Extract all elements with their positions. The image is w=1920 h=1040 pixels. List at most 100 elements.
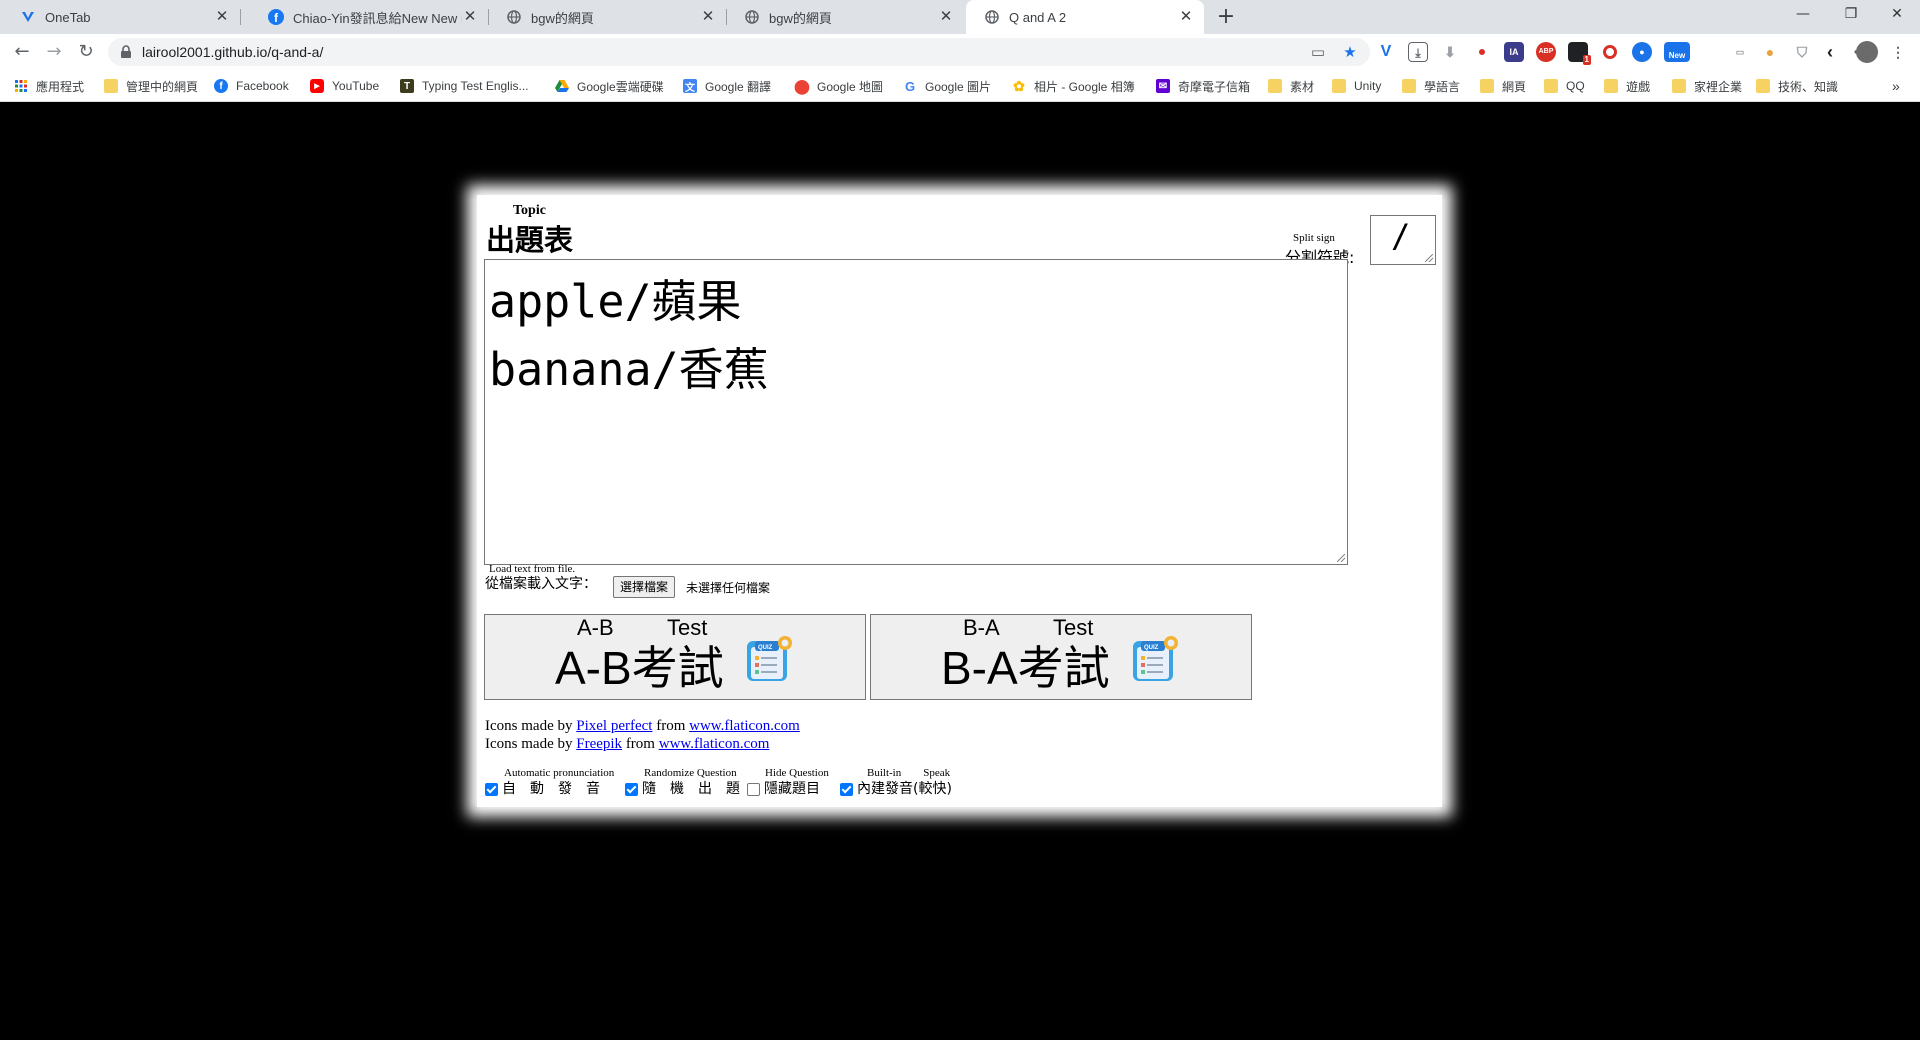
ba-sub-left: B-A bbox=[963, 615, 1000, 640]
tab-bgw-2[interactable]: bgw的網頁 ✕ bbox=[726, 0, 964, 34]
credit-author-link[interactable]: Pixel perfect bbox=[576, 718, 652, 734]
new-tab-button[interactable]: + bbox=[1212, 5, 1240, 29]
arrow-down-extension-icon[interactable]: ⬇ bbox=[1440, 42, 1460, 62]
bookmark-google-maps[interactable]: ⬤ Google 地圖 bbox=[794, 70, 884, 102]
bookmark-label: 家裡企業 bbox=[1694, 79, 1743, 94]
file-load-label: 從檔案載入文字： bbox=[485, 576, 597, 592]
tab-facebook-message[interactable]: f Chiao-Yin發訊息給New New En ✕ bbox=[250, 0, 489, 34]
quiz-icon: QUIZ bbox=[1131, 635, 1179, 683]
close-tab-icon[interactable]: ✕ bbox=[214, 9, 230, 25]
bookmark-apps[interactable]: 應用程式 bbox=[14, 70, 84, 102]
bookmark-folder-unity[interactable]: Unity bbox=[1332, 70, 1381, 102]
auto-pronounce-checkbox[interactable] bbox=[485, 783, 498, 796]
tab-title: bgw的網頁 bbox=[531, 10, 594, 26]
url-text: lairool2001.github.io/q-and-a/ bbox=[142, 44, 324, 60]
globe-icon bbox=[744, 9, 760, 25]
builtin-speak-checkbox[interactable] bbox=[840, 783, 853, 796]
bookmark-folder-materials[interactable]: 素材 bbox=[1268, 70, 1314, 102]
bookmark-folder-qq[interactable]: QQ bbox=[1544, 70, 1585, 102]
tab-title: OneTab bbox=[45, 9, 91, 25]
resize-handle-icon[interactable] bbox=[1425, 254, 1433, 262]
bookmark-facebook[interactable]: f Facebook bbox=[214, 70, 289, 102]
choose-file-button[interactable]: 選擇檔案 bbox=[613, 576, 676, 598]
back-icon[interactable]: ← bbox=[10, 40, 34, 64]
reload-icon[interactable]: ↻ bbox=[74, 40, 98, 64]
download-extension-icon[interactable]: ⤓ bbox=[1408, 42, 1428, 62]
split-sign-input[interactable]: / bbox=[1370, 215, 1436, 265]
address-bar[interactable]: lairool2001.github.io/q-and-a/ ▭ ★ bbox=[108, 38, 1370, 66]
credit-from: from bbox=[622, 736, 659, 752]
record-extension-icon[interactable] bbox=[1472, 42, 1492, 62]
bookmark-label: Google 圖片 bbox=[925, 79, 992, 94]
forward-icon[interactable]: → bbox=[42, 40, 66, 64]
folder-icon bbox=[1604, 79, 1618, 93]
bookmark-star-icon[interactable]: ★ bbox=[1340, 42, 1360, 62]
hide-question-subtitle: Hide Question bbox=[765, 767, 829, 779]
credit-line: Icons made by Freepik from www.flaticon.… bbox=[485, 735, 800, 753]
bookmark-managed[interactable]: 管理中的網頁 bbox=[104, 70, 198, 102]
folder-icon bbox=[1756, 79, 1770, 93]
bookmark-label: 應用程式 bbox=[36, 79, 85, 94]
randomize-subtitle: Randomize Question bbox=[644, 767, 737, 779]
google-photos-icon: ✿ bbox=[1013, 77, 1025, 94]
credit-author-link[interactable]: Freepik bbox=[576, 736, 622, 752]
close-tab-icon[interactable]: ✕ bbox=[700, 9, 716, 25]
credit-line: Icons made by Pixel perfect from www.fla… bbox=[485, 717, 800, 735]
lock-icon bbox=[120, 44, 134, 60]
builtin-speak-label: 內建發音(較快) bbox=[857, 781, 952, 797]
menu-kebab-icon[interactable]: ⋮ bbox=[1888, 42, 1908, 62]
bookmark-google-drive[interactable]: Google雲端硬碟 bbox=[555, 70, 664, 102]
bookmark-typing-test[interactable]: T Typing Test Englis... bbox=[400, 70, 529, 102]
notification-extension-icon[interactable]: 1 bbox=[1568, 42, 1591, 65]
bookmark-google-images[interactable]: G Google 圖片 bbox=[903, 70, 991, 102]
bookmark-label: Google雲端硬碟 bbox=[577, 79, 664, 94]
adblock-plus-icon[interactable]: ABP bbox=[1536, 42, 1556, 62]
chevron-left-extension-icon[interactable]: ‹ bbox=[1820, 42, 1840, 62]
bookmark-folder-tech[interactable]: 技術、知識 bbox=[1756, 70, 1838, 102]
bookmark-label: YouTube bbox=[332, 79, 380, 93]
split-sign-value: / bbox=[1391, 217, 1411, 255]
shield-extension-icon[interactable]: ⛉ bbox=[1792, 42, 1812, 62]
profile-avatar[interactable] bbox=[1856, 41, 1878, 63]
browser-toolbar: ← → ↻ lairool2001.github.io/q-and-a/ ▭ ★… bbox=[0, 34, 1920, 70]
bookmark-google-photos[interactable]: ✿ 相片 - Google 相簿 bbox=[1012, 70, 1135, 102]
bookmark-folder-languages[interactable]: 學語言 bbox=[1402, 70, 1460, 102]
ab-test-button[interactable]: A-B Test A-B考試 QUIZ bbox=[484, 614, 866, 700]
bookmarks-overflow-icon[interactable]: » bbox=[1892, 70, 1900, 102]
randomize-checkbox[interactable] bbox=[625, 783, 638, 796]
new-extension-icon[interactable]: New bbox=[1664, 42, 1690, 62]
cookie-extension-icon[interactable]: ● bbox=[1760, 42, 1780, 62]
credit-site-link[interactable]: www.flaticon.com bbox=[659, 736, 770, 752]
bookmark-yahoo-mail[interactable]: ✉ 奇摩電子信箱 bbox=[1156, 70, 1250, 102]
tab-bgw-1[interactable]: bgw的網頁 ✕ bbox=[488, 0, 727, 34]
restore-icon[interactable]: ❐ bbox=[1828, 0, 1874, 30]
blue-extension-icon[interactable]: ● bbox=[1632, 42, 1652, 62]
close-tab-icon[interactable]: ✕ bbox=[1178, 9, 1194, 25]
ab-sub-left: A-B bbox=[577, 615, 614, 640]
bookmark-folder-web[interactable]: 網頁 bbox=[1480, 70, 1526, 102]
gray-extension-icon[interactable]: ▭ bbox=[1730, 42, 1750, 62]
bookmark-youtube[interactable]: ▶ YouTube bbox=[310, 70, 379, 102]
svg-text:QUIZ: QUIZ bbox=[758, 645, 773, 651]
minimize-icon[interactable]: — bbox=[1780, 0, 1826, 30]
bookmark-folder-family[interactable]: 家裡企業 bbox=[1672, 70, 1742, 102]
tab-q-and-a-active[interactable]: Q and A 2 ✕ bbox=[966, 0, 1204, 34]
bookmark-label: Google 地圖 bbox=[817, 79, 884, 94]
resize-handle-icon[interactable] bbox=[1337, 554, 1345, 562]
close-tab-icon[interactable]: ✕ bbox=[938, 9, 954, 25]
credit-site-link[interactable]: www.flaticon.com bbox=[689, 718, 800, 734]
cast-icon[interactable]: ▭ bbox=[1308, 42, 1328, 62]
question-textarea[interactable]: apple/蘋果 banana/香蕉 bbox=[484, 259, 1348, 565]
bookmark-folder-games[interactable]: 遊戲 bbox=[1604, 70, 1650, 102]
auto-pronounce-subtitle: Automatic pronunciation bbox=[504, 767, 615, 779]
onetab-extension-icon[interactable]: V bbox=[1376, 42, 1396, 62]
onetab-icon bbox=[20, 9, 36, 25]
close-window-icon[interactable]: ✕ bbox=[1874, 0, 1920, 30]
red-circle-extension-icon[interactable] bbox=[1600, 42, 1620, 62]
tab-onetab[interactable]: OneTab ✕ bbox=[2, 0, 241, 34]
close-tab-icon[interactable]: ✕ bbox=[462, 9, 478, 25]
ba-test-button[interactable]: B-A Test B-A考試 QUIZ bbox=[870, 614, 1252, 700]
bookmark-google-translate[interactable]: 文 Google 翻譯 bbox=[683, 70, 771, 102]
ia-extension-icon[interactable]: IA bbox=[1504, 42, 1524, 62]
hide-question-checkbox[interactable] bbox=[747, 783, 760, 796]
